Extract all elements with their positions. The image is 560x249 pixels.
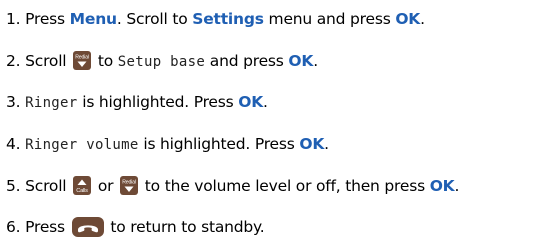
step-number: 4. [6,135,21,153]
step-text: . [324,135,329,153]
step-text: to [93,52,118,70]
keyword-ok: OK [395,10,421,28]
step-5: 5. Scroll Calls or Redial to the volume … [6,173,459,199]
redial-key-label: Redial [122,180,136,186]
step-1: 1. Press Menu. Scroll to Settings menu a… [6,6,425,32]
step-text: Press [25,218,70,236]
display-text-setup-base: Setup base [117,54,206,70]
step-6: 6. Press to return to standby. [6,214,265,240]
end-call-key-icon [71,216,104,237]
step-3: 3. Ringer is highlighted. Press OK. [6,89,268,115]
step-text: Scroll [25,52,72,70]
calls-up-key-icon: Calls [73,176,92,195]
keyword-ok: OK [429,177,455,195]
step-number: 6. [6,218,21,236]
step-text: . [313,52,318,70]
step-text: is highlighted. Press [77,93,239,111]
step-text: . [263,93,268,111]
display-text-ringer: Ringer [25,95,78,111]
keyword-settings: Settings [192,10,264,28]
redial-down-key-icon: Redial [120,176,139,195]
step-text: to the volume level or off, then press [140,177,430,195]
step-text: Scroll [25,177,72,195]
step-number: 5. [6,177,21,195]
step-number: 1. [6,10,21,28]
step-text: or [93,177,119,195]
keyword-ok: OK [288,52,314,70]
step-text: . Scroll to [116,10,193,28]
step-number: 2. [6,52,21,70]
step-text: Press [25,10,70,28]
step-text: menu and press [263,10,396,28]
redial-key-label: Redial [75,55,89,61]
step-text: . [420,10,425,28]
step-text: is highlighted. Press [138,135,300,153]
step-2: 2. Scroll Redial to Setup base and press… [6,48,318,74]
keyword-menu: Menu [69,10,117,28]
keyword-ok: OK [299,135,325,153]
step-number: 3. [6,93,21,111]
step-text: and press [205,52,289,70]
step-text: . [454,177,460,195]
calls-key-label: Calls [76,188,88,194]
keyword-ok: OK [238,93,264,111]
step-text: to return to standby. [105,218,265,236]
display-text-ringer-volume: Ringer volume [25,137,139,153]
step-4: 4. Ringer volume is highlighted. Press O… [6,131,329,157]
redial-down-key-icon: Redial [73,51,92,70]
